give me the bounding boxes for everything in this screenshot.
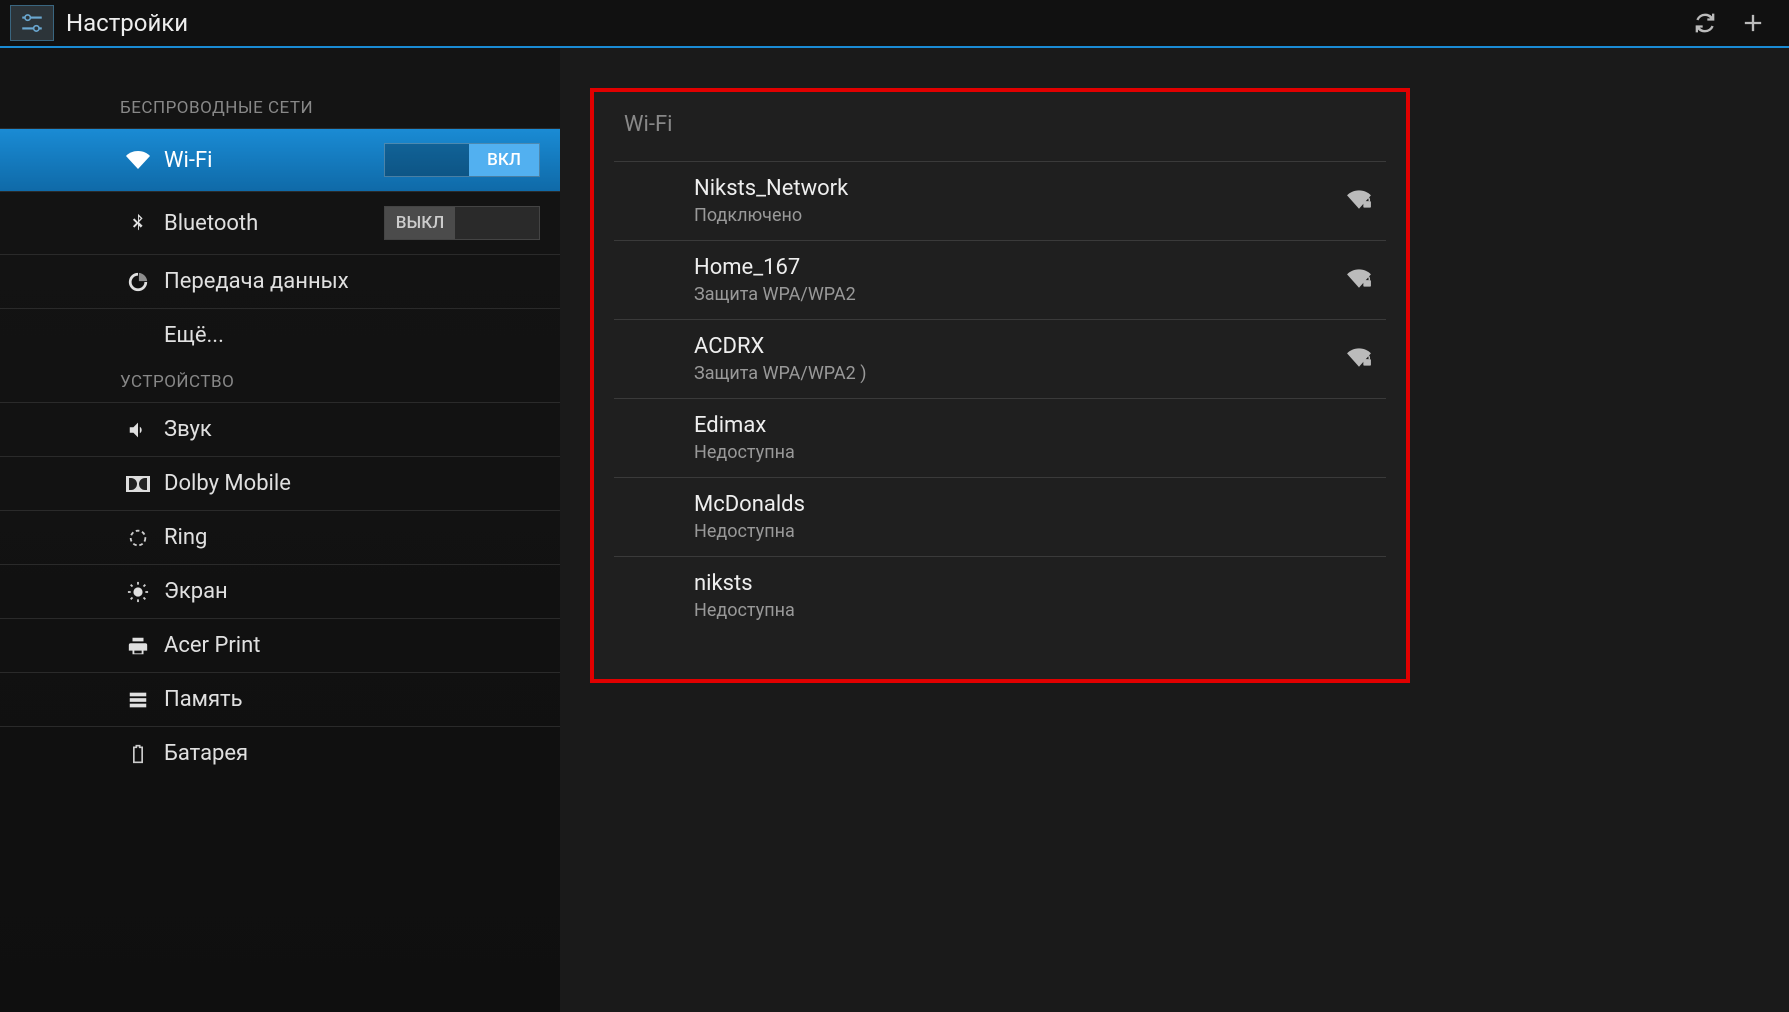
wifi-network-item[interactable]: ACDRX Защита WPA/WPA2 ) — [614, 319, 1386, 398]
sidebar-item-print[interactable]: Acer Print — [0, 618, 560, 672]
action-bar: Настройки — [0, 0, 1789, 48]
wifi-signal-icon — [1346, 344, 1376, 374]
highlighted-region: Wi-Fi Niksts_Network Подключено Home_167… — [590, 88, 1410, 683]
sidebar-item-ring[interactable]: Ring — [0, 510, 560, 564]
wifi-ssid: Edimax — [694, 413, 1326, 438]
bluetooth-toggle[interactable]: ВЫКЛ — [384, 206, 540, 240]
wifi-toggle[interactable]: ВКЛ — [384, 143, 540, 177]
detail-panel: Wi-Fi Niksts_Network Подключено Home_167… — [560, 48, 1789, 1012]
wifi-item-text: Edimax Недоступна — [694, 413, 1326, 463]
sidebar-item-bluetooth[interactable]: Bluetooth ВЫКЛ — [0, 191, 560, 254]
wifi-status: Недоступна — [694, 521, 1326, 542]
sidebar-item-label: Ещё... — [164, 323, 224, 348]
sidebar-item-label: Звук — [164, 417, 212, 442]
storage-icon — [124, 686, 152, 714]
sidebar-item-dolby[interactable]: Dolby Mobile — [0, 456, 560, 510]
wifi-ssid: ACDRX — [694, 334, 1326, 359]
sidebar-item-data-usage[interactable]: Передача данных — [0, 254, 560, 308]
wifi-item-text: ACDRX Защита WPA/WPA2 ) — [694, 334, 1326, 384]
settings-app-icon — [10, 5, 54, 41]
brightness-icon — [124, 578, 152, 606]
section-header-device: УСТРОЙСТВО — [0, 362, 560, 402]
sidebar-item-label: Передача данных — [164, 269, 349, 294]
section-header-wireless: БЕСПРОВОДНЫЕ СЕТИ — [0, 88, 560, 128]
wifi-status: Защита WPA/WPA2 — [694, 284, 1326, 305]
wifi-status: Защита WPA/WPA2 ) — [694, 363, 1326, 384]
wifi-status: Недоступна — [694, 442, 1326, 463]
wifi-network-item[interactable]: McDonalds Недоступна — [614, 477, 1386, 556]
sidebar-item-label: Acer Print — [164, 633, 260, 658]
sidebar-item-more[interactable]: Ещё... — [0, 308, 560, 362]
wifi-item-text: niksts Недоступна — [694, 571, 1326, 621]
wifi-item-text: McDonalds Недоступна — [694, 492, 1326, 542]
app-title: Настройки — [66, 9, 1681, 37]
sidebar-item-label: Ring — [164, 525, 207, 550]
toggle-thumb: ВКЛ — [469, 144, 539, 176]
sidebar-item-label: Dolby Mobile — [164, 471, 291, 496]
wifi-ssid: Niksts_Network — [694, 176, 1326, 201]
wifi-signal-icon — [1346, 186, 1376, 216]
wifi-network-item[interactable]: Home_167 Защита WPA/WPA2 — [614, 240, 1386, 319]
wifi-network-item[interactable]: Edimax Недоступна — [614, 398, 1386, 477]
data-usage-icon — [124, 268, 152, 296]
refresh-button[interactable] — [1681, 0, 1729, 47]
sidebar-item-label: Wi-Fi — [164, 148, 212, 173]
sidebar-item-label: Bluetooth — [164, 211, 258, 236]
wifi-ssid: niksts — [694, 571, 1326, 596]
wifi-list: Niksts_Network Подключено Home_167 Защит… — [614, 161, 1386, 635]
wifi-ssid: McDonalds — [694, 492, 1326, 517]
wifi-item-text: Niksts_Network Подключено — [694, 176, 1326, 226]
wifi-signal-icon — [1346, 265, 1376, 295]
sound-icon — [124, 416, 152, 444]
content: БЕСПРОВОДНЫЕ СЕТИ Wi-Fi ВКЛ Bluetooth ВЫ… — [0, 48, 1789, 1012]
wifi-icon — [124, 146, 152, 174]
plus-icon — [1739, 9, 1767, 37]
sidebar: БЕСПРОВОДНЫЕ СЕТИ Wi-Fi ВКЛ Bluetooth ВЫ… — [0, 48, 560, 1012]
sidebar-item-sound[interactable]: Звук — [0, 402, 560, 456]
blank-icon — [124, 322, 152, 350]
bluetooth-icon — [124, 209, 152, 237]
wifi-item-text: Home_167 Защита WPA/WPA2 — [694, 255, 1326, 305]
detail-title: Wi-Fi — [614, 112, 1386, 161]
wifi-status: Подключено — [694, 205, 1326, 226]
sliders-icon — [19, 10, 45, 36]
add-button[interactable] — [1729, 0, 1777, 47]
sidebar-item-storage[interactable]: Память — [0, 672, 560, 726]
printer-icon — [124, 632, 152, 660]
sidebar-item-wifi[interactable]: Wi-Fi ВКЛ — [0, 128, 560, 191]
wifi-network-item[interactable]: niksts Недоступна — [614, 556, 1386, 635]
sidebar-item-display[interactable]: Экран — [0, 564, 560, 618]
wifi-status: Недоступна — [694, 600, 1326, 621]
refresh-icon — [1691, 9, 1719, 37]
sidebar-item-label: Память — [164, 687, 243, 712]
toggle-thumb: ВЫКЛ — [385, 207, 455, 239]
battery-icon — [124, 740, 152, 768]
ring-icon — [124, 524, 152, 552]
wifi-network-item[interactable]: Niksts_Network Подключено — [614, 161, 1386, 240]
dolby-icon — [124, 470, 152, 498]
sidebar-item-label: Экран — [164, 579, 228, 604]
sidebar-item-battery[interactable]: Батарея — [0, 726, 560, 780]
sidebar-item-label: Батарея — [164, 741, 248, 766]
wifi-ssid: Home_167 — [694, 255, 1326, 280]
